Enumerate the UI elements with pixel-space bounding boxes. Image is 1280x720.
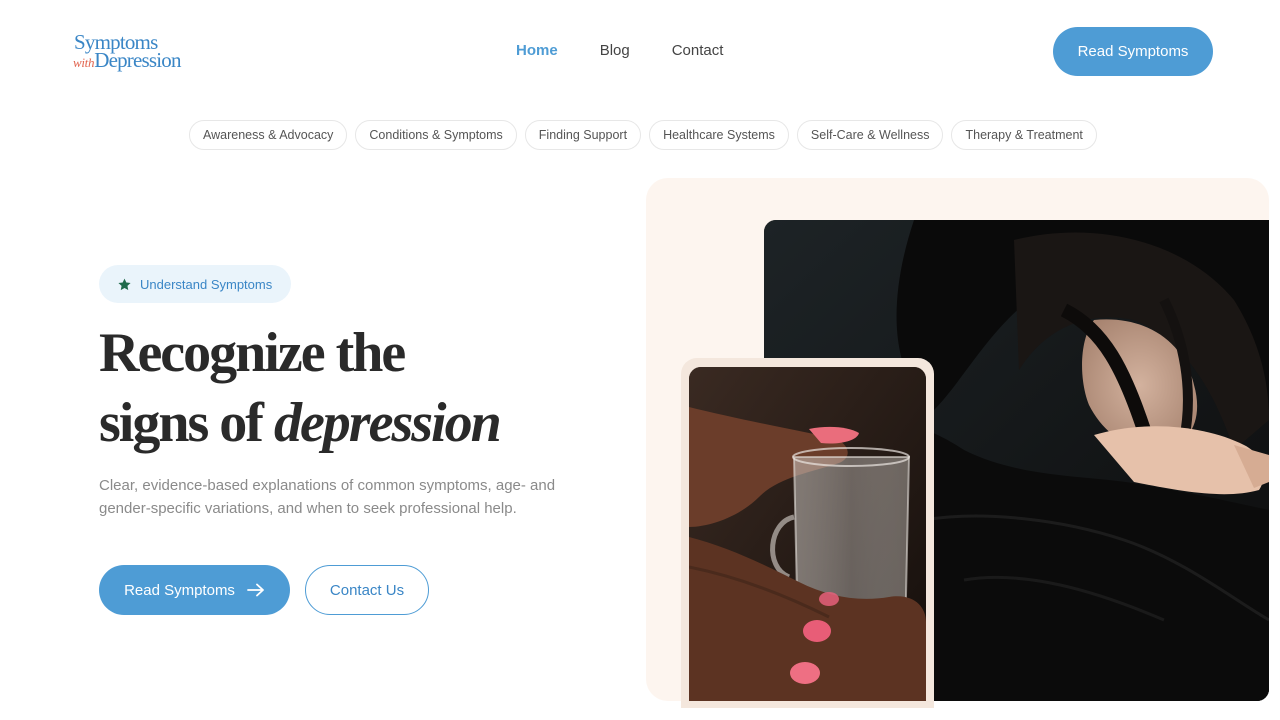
category-pill[interactable]: Therapy & Treatment	[951, 120, 1097, 150]
category-pill[interactable]: Self-Care & Wellness	[796, 120, 944, 150]
logo-line-2-text: Depression	[94, 48, 181, 72]
hero-subtext: Clear, evidence-based explanations of co…	[99, 477, 556, 517]
logo-line-2: withDepression	[73, 48, 181, 75]
category-pills: Awareness & Advocacy Conditions & Sympto…	[189, 120, 1097, 150]
contact-us-button[interactable]: Contact Us	[305, 565, 429, 615]
hero-headline: Recognize the signs of depression	[99, 318, 502, 458]
category-pill[interactable]: Awareness & Advocacy	[189, 120, 348, 150]
nav-contact[interactable]: Contact	[672, 40, 724, 62]
headline-line-2: signs of	[99, 392, 274, 454]
headline-line-1: Recognize the	[99, 322, 406, 384]
category-pill[interactable]: Finding Support	[524, 120, 642, 150]
category-pill[interactable]: Conditions & Symptoms	[355, 120, 517, 150]
understand-symptoms-badge: Understand Symptoms	[99, 265, 292, 303]
arrow-right-icon	[247, 583, 265, 597]
hands-glass-photo	[689, 367, 926, 701]
logo-with: with	[73, 55, 95, 70]
nav-blog[interactable]: Blog	[600, 40, 630, 62]
header-read-symptoms-button[interactable]: Read Symptoms	[1053, 27, 1213, 76]
nav-home[interactable]: Home	[516, 40, 558, 62]
main-nav: Home Blog Contact	[516, 40, 723, 62]
site-logo[interactable]: Symptoms withDepression	[73, 30, 193, 72]
headline-italic: depression	[273, 392, 502, 454]
read-symptoms-label: Read Symptoms	[124, 581, 235, 599]
category-pill[interactable]: Healthcare Systems	[649, 120, 789, 150]
star-icon	[117, 277, 132, 292]
read-symptoms-button[interactable]: Read Symptoms	[99, 565, 290, 615]
badge-label: Understand Symptoms	[140, 276, 273, 292]
